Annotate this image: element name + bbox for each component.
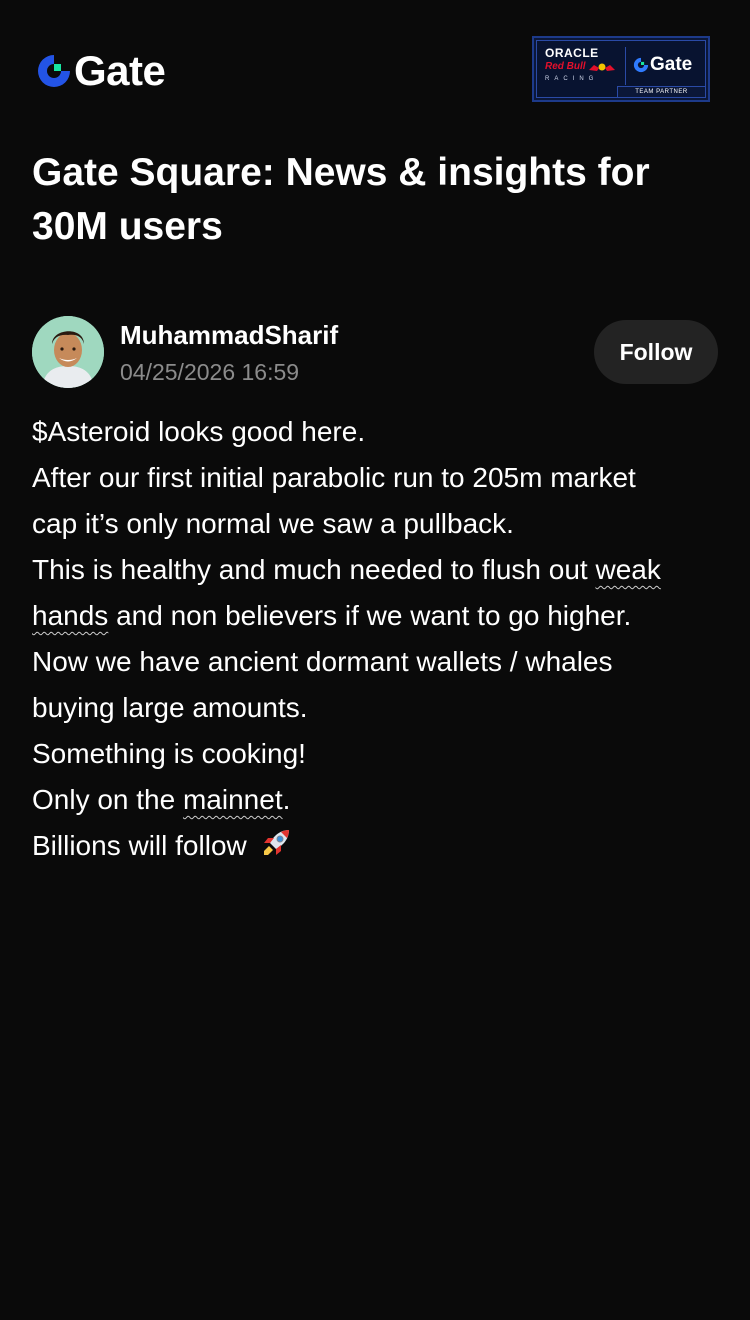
avatar-image — [32, 316, 104, 388]
partner-gate-text: Gate — [650, 54, 693, 75]
post-text: Billions will follow — [32, 830, 255, 861]
post-line: This is healthy and much needed to flush… — [32, 547, 722, 593]
post-line: $Asteroid looks good here. — [32, 409, 722, 455]
gate-logo-icon — [38, 55, 70, 87]
oracle-text: ORACLE — [545, 46, 599, 60]
post-line: cap it’s only normal we saw a pullback. — [32, 501, 722, 547]
post-text: Something is cooking! — [32, 738, 306, 769]
partner-badge-frame: ORACLE Red Bull RACING Gate TEAM PARTNER — [536, 40, 706, 98]
redbull-text: Red Bull — [545, 61, 586, 72]
post-text: $Asteroid looks good here. — [32, 416, 366, 447]
term-link-hands[interactable]: hands — [32, 600, 108, 631]
header: Gate ORACLE Red Bull RACING Gate TEAM PA… — [32, 36, 710, 102]
gate-logo-small-icon — [633, 57, 649, 72]
follow-button[interactable]: Follow — [594, 320, 718, 384]
post-text: After our first initial parabolic run to… — [32, 462, 636, 493]
post-line: Billions will follow — [32, 823, 722, 869]
post-line: Something is cooking! — [32, 731, 722, 777]
author-name[interactable]: MuhammadSharif — [120, 320, 338, 350]
avatar[interactable] — [32, 316, 104, 388]
gate-logo-text: Gate — [74, 47, 166, 94]
post-text: This is healthy and much needed to flush… — [32, 554, 596, 585]
post-author-row: MuhammadSharif 04/25/2026 16:59 Follow — [32, 316, 718, 388]
post-text: and non believers if we want to go highe… — [108, 600, 632, 631]
term-link-mainnet[interactable]: mainnet — [183, 784, 283, 815]
partner-badge-left: ORACLE Red Bull RACING — [545, 46, 621, 83]
partner-divider — [625, 47, 626, 85]
post-text: Only on the — [32, 784, 183, 815]
oracle-redbull-partner-badge[interactable]: ORACLE Red Bull RACING Gate TEAM PARTNER — [532, 36, 710, 102]
team-partner-label: TEAM PARTNER — [617, 86, 705, 97]
post-line: After our first initial parabolic run to… — [32, 455, 722, 501]
post-line: buying large amounts. — [32, 685, 722, 731]
redbull-bulls-icon — [588, 63, 615, 71]
post-line: hands and non believers if we want to go… — [32, 593, 722, 639]
post-text: cap it’s only normal we saw a pullback. — [32, 508, 514, 539]
post-body: $Asteroid looks good here. After our fir… — [32, 409, 722, 869]
rocket-icon — [263, 830, 289, 855]
redbull-row: Red Bull — [545, 61, 621, 73]
post-line: Only on the mainnet. — [32, 777, 722, 823]
page-title: Gate Square: News & insights for 30M use… — [32, 151, 650, 248]
page: Gate ORACLE Red Bull RACING Gate TEAM PA… — [0, 0, 750, 1320]
racing-text: RACING — [545, 76, 599, 82]
partner-gate-logo: Gate — [633, 55, 692, 74]
term-link-weak[interactable]: weak — [595, 554, 660, 585]
post-timestamp: 04/25/2026 16:59 — [120, 359, 300, 385]
post-text: . — [282, 784, 291, 815]
post-text: buying large amounts. — [32, 692, 308, 723]
gate-logo[interactable]: Gate — [36, 47, 166, 94]
post-line: Now we have ancient dormant wallets / wh… — [32, 639, 722, 685]
post-text: Now we have ancient dormant wallets / wh… — [32, 646, 613, 677]
